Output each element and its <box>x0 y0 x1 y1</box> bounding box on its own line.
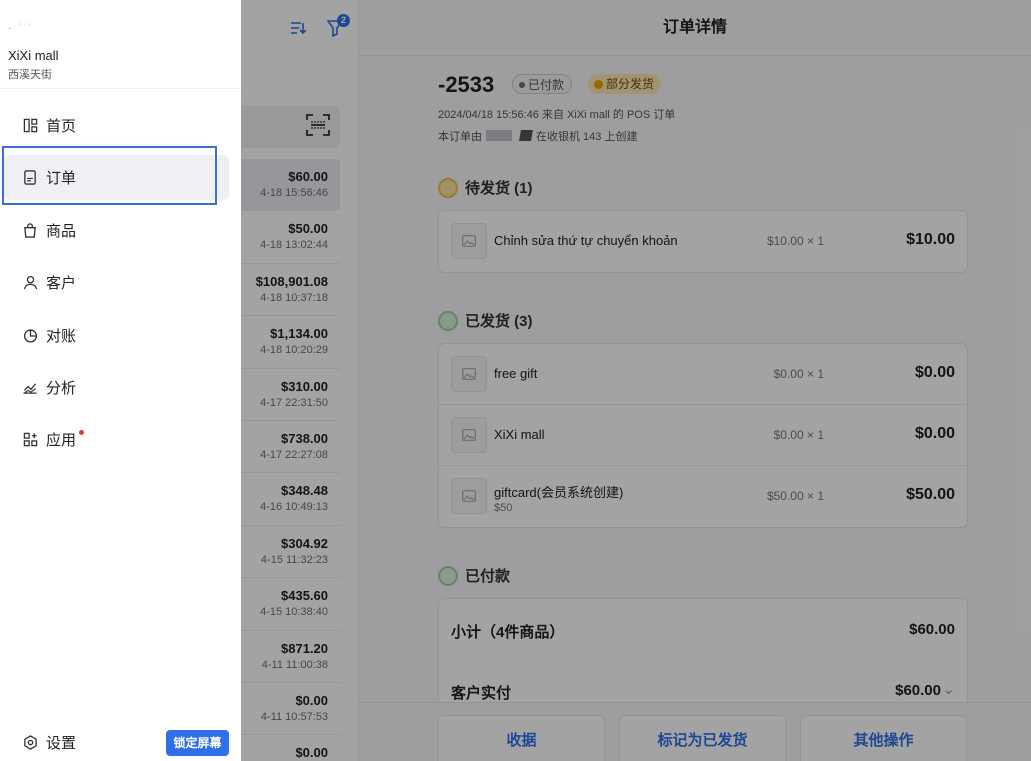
notification-dot <box>79 430 85 435</box>
store-subtitle: 西溪天街 <box>8 69 52 81</box>
settings-icon <box>22 735 38 751</box>
nav-item-label: 应用 <box>46 432 77 449</box>
nav-item-label: 分析 <box>46 380 77 397</box>
drawer-backdrop[interactable] <box>241 0 1031 761</box>
nav-item-2[interactable]: 商品 <box>4 208 229 253</box>
home-icon <box>22 118 38 134</box>
apps-icon <box>22 432 38 448</box>
store-label-faded: · ˙ ˙ <box>8 23 34 34</box>
order-icon <box>22 170 38 186</box>
nav-item-label: 订单 <box>46 170 77 187</box>
nav-drawer: · ˙ ˙ XiXi mall 西溪天街 首页 订单 商品 客户 对账 分析 应用 设置 锁… <box>0 0 241 761</box>
user-icon <box>22 275 38 291</box>
lock-screen-button[interactable]: 锁定屏幕 <box>166 730 229 756</box>
nav-item-3[interactable]: 客户 <box>4 260 229 305</box>
bag-icon <box>22 223 38 239</box>
nav-item-6[interactable]: 应用 <box>4 417 229 462</box>
nav-item-label: 对账 <box>46 328 77 345</box>
nav-item-label: 首页 <box>46 118 77 135</box>
nav-item-4[interactable]: 对账 <box>4 313 229 358</box>
nav-item-5[interactable]: 分析 <box>4 365 229 410</box>
pie-icon <box>22 328 38 344</box>
nav-item-0[interactable]: 首页 <box>4 103 229 148</box>
store-name: XiXi mall <box>8 48 59 63</box>
drawer-divider <box>0 88 241 89</box>
nav-item-1[interactable]: 订单 <box>4 155 229 200</box>
nav-item-label: 客户 <box>46 275 77 292</box>
analytics-icon <box>22 380 38 396</box>
nav-item-label: 商品 <box>46 223 77 240</box>
